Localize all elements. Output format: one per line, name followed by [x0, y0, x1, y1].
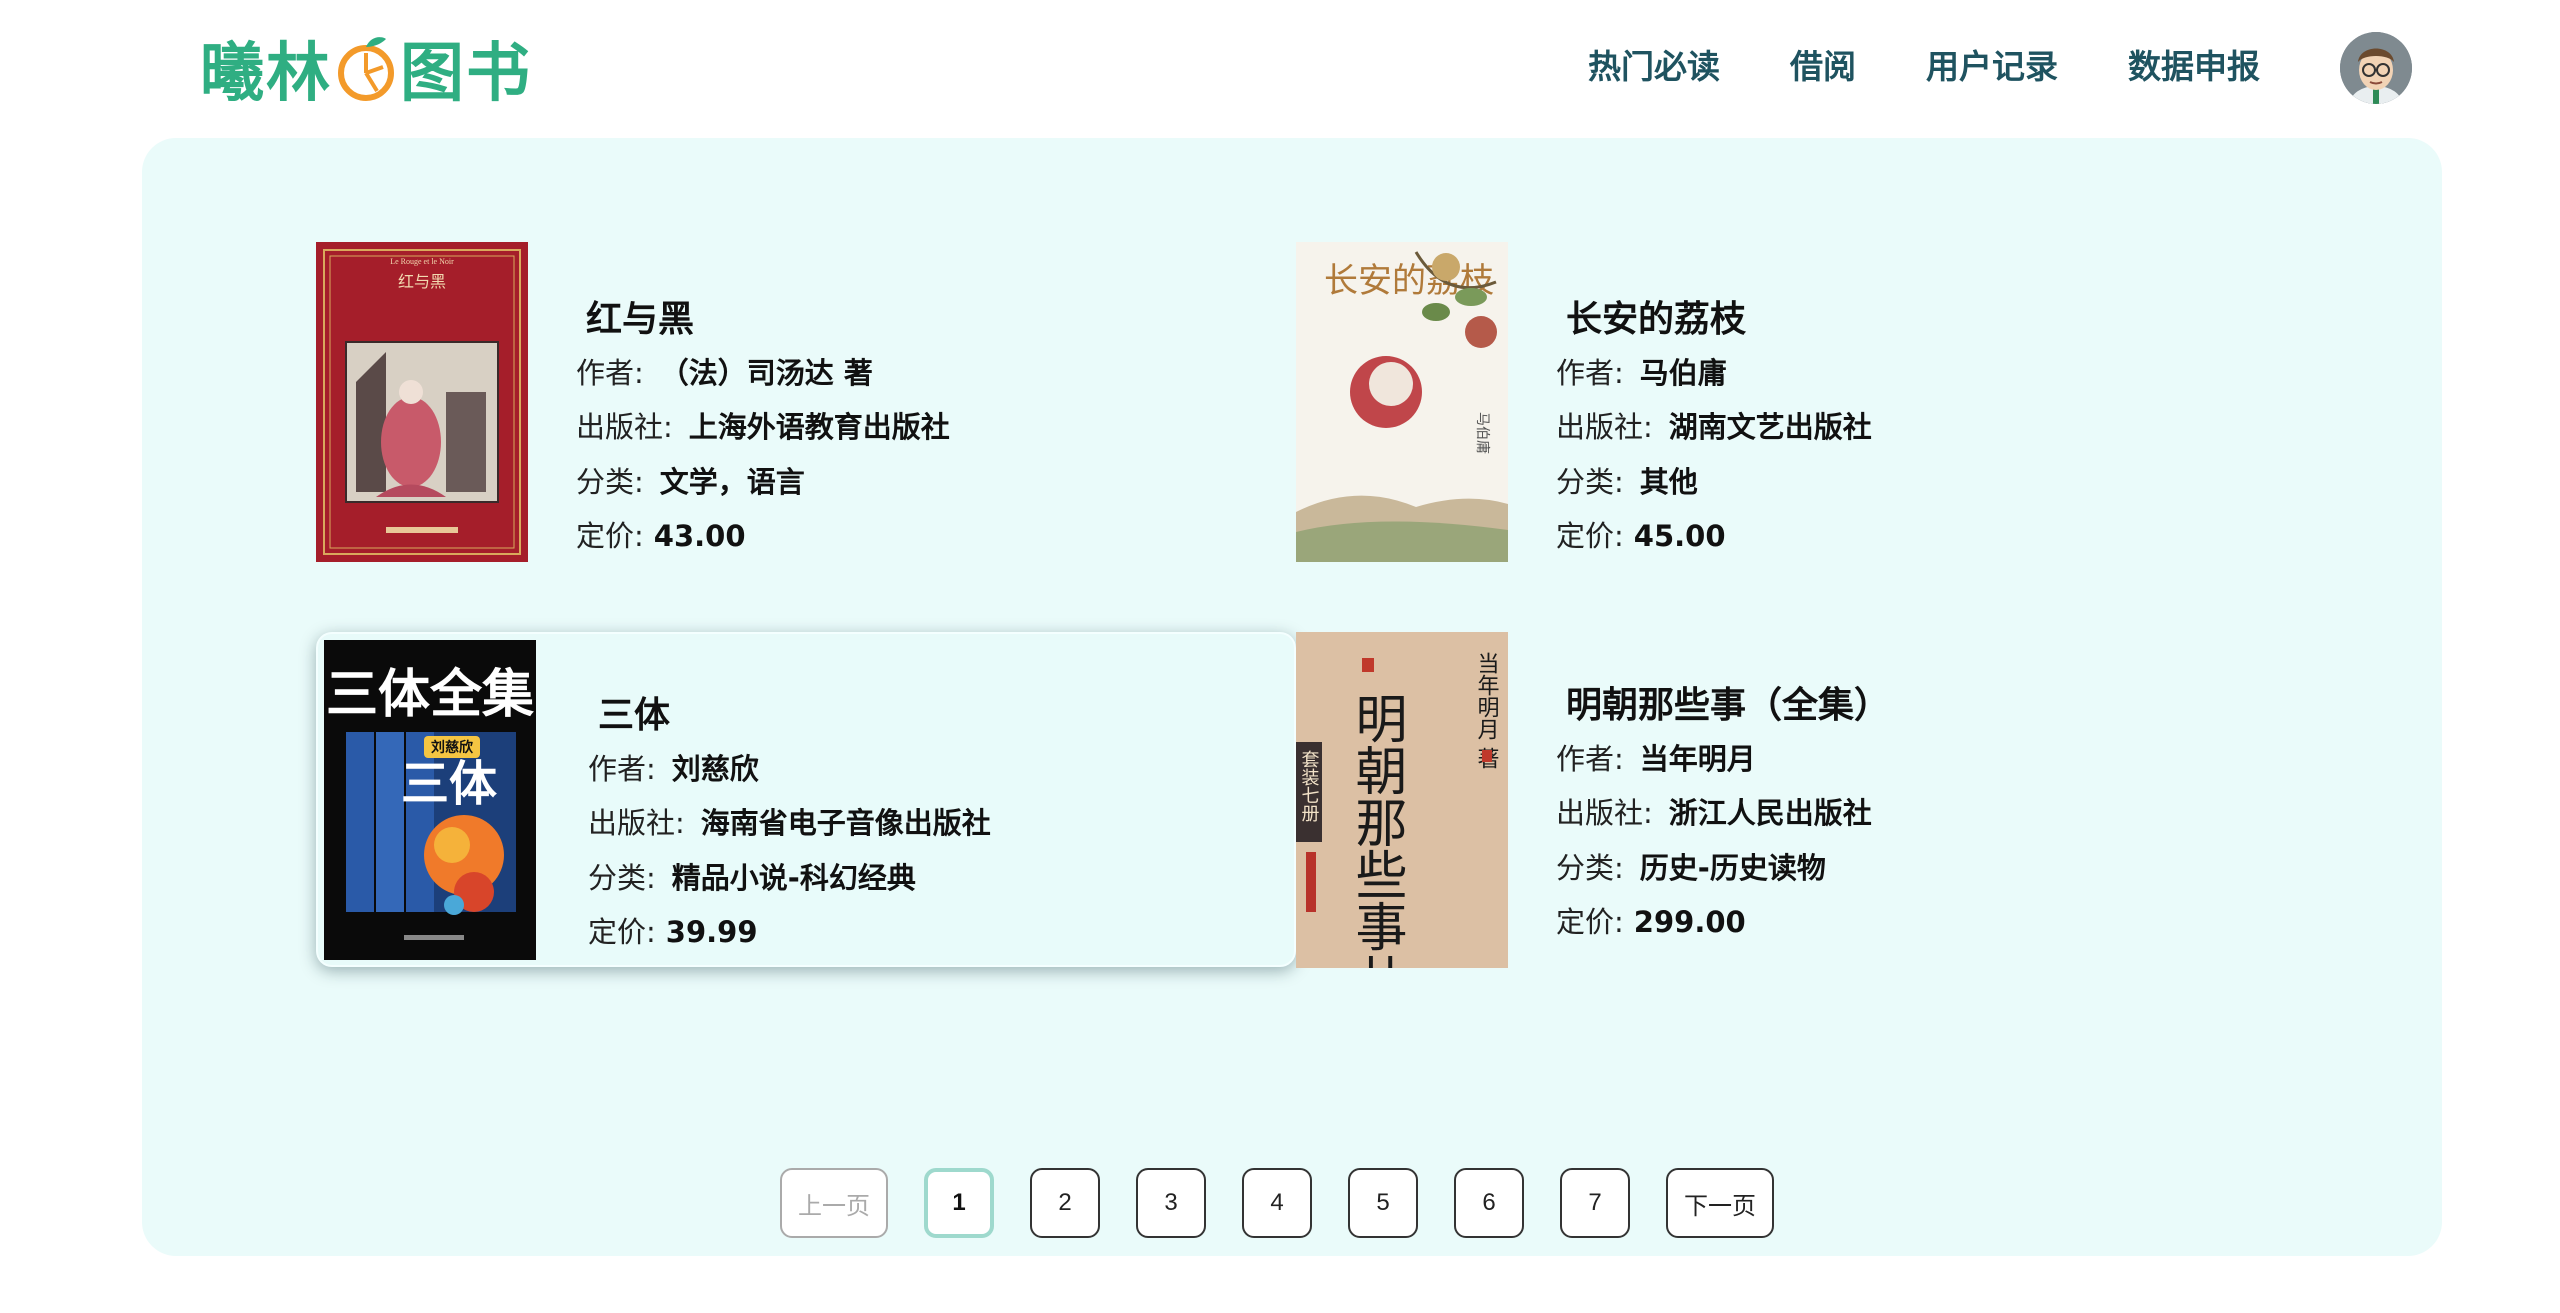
logo[interactable]: 曦林 图书	[200, 18, 532, 118]
header: 曦林 图书 热门必读 借阅 用户记录 数据申报	[0, 0, 2560, 138]
book-cover-santi[interactable]: 三体全集 刘慈欣 三体	[324, 640, 536, 960]
logo-text-left: 曦林	[200, 37, 332, 111]
svg-text:Le Rouge et le Noir: Le Rouge et le Noir	[390, 257, 454, 266]
book-category: 历史-历史读物	[1639, 851, 1826, 885]
page-button-4[interactable]: 4	[1242, 1168, 1312, 1238]
user-avatar-icon	[2340, 32, 2412, 104]
book-author-row: 作者: （法）司汤达 著	[576, 356, 873, 390]
book-author: 马伯庸	[1639, 356, 1727, 390]
book-cover-mingchao[interactable]: 明朝那些事儿 当年明月 著 套装七册	[1296, 632, 1508, 968]
book-title[interactable]: 长安的荔枝	[1566, 290, 1746, 342]
page-button-6[interactable]: 6	[1454, 1168, 1524, 1238]
book-category-row: 分类: 精品小说-科幻经典	[588, 861, 916, 895]
book-price: 299.00	[1633, 905, 1746, 939]
next-page-button[interactable]: 下一页	[1666, 1168, 1774, 1238]
logo-text-right: 图书	[400, 37, 532, 111]
book-price: 39.99	[665, 915, 758, 949]
nav-data-report[interactable]: 数据申报	[2128, 40, 2260, 88]
book-price-row: 定价: 43.00	[576, 519, 746, 553]
avatar[interactable]	[2340, 32, 2412, 104]
book-publisher-row: 出版社: 浙江人民出版社	[1556, 796, 1872, 830]
book-category-row: 分类: 文学，语言	[576, 465, 805, 499]
book-publisher-row: 出版社: 湖南文艺出版社	[1556, 410, 1872, 444]
svg-text:套装七册: 套装七册	[1299, 750, 1320, 822]
book-card[interactable]: 明朝那些事儿 当年明月 著 套装七册 明朝那些事（全集） 作者: 当年明月 出版社…	[1296, 632, 2276, 968]
book-category: 精品小说-科幻经典	[671, 861, 916, 895]
book-price: 43.00	[653, 519, 746, 553]
pagination: 上一页 1 2 3 4 5 6 7 下一页	[780, 1168, 1810, 1238]
book-title[interactable]: 红与黑	[586, 290, 694, 342]
prev-page-button[interactable]: 上一页	[780, 1168, 888, 1238]
book-author: 当年明月	[1639, 742, 1756, 776]
page-button-7[interactable]: 7	[1560, 1168, 1630, 1238]
book-list-panel: Le Rouge et le Noir 红与黑 红与黑 作者: （法）司汤达 著 …	[142, 138, 2442, 1256]
nav-borrow[interactable]: 借阅	[1790, 40, 1856, 88]
svg-text:刘慈欣: 刘慈欣	[431, 739, 474, 756]
book-publisher: 海南省电子音像出版社	[700, 806, 991, 840]
nav-user-records[interactable]: 用户记录	[1926, 40, 2058, 88]
svg-text:马伯庸: 马伯庸	[1474, 412, 1491, 454]
book-cover-hongyuhei[interactable]: Le Rouge et le Noir 红与黑	[316, 242, 528, 562]
book-author: （法）司汤达 著	[659, 356, 873, 390]
book-title[interactable]: 三体	[598, 686, 670, 738]
book-publisher-row: 出版社: 海南省电子音像出版社	[588, 806, 991, 840]
book-author-row: 作者: 马伯庸	[1556, 356, 1727, 390]
book-author-row: 作者: 刘慈欣	[588, 752, 759, 786]
book-cover-changan[interactable]: 长安的荔枝 马伯庸	[1296, 242, 1508, 562]
book-price: 45.00	[1633, 519, 1726, 553]
book-publisher: 浙江人民出版社	[1668, 796, 1872, 830]
book-card[interactable]: 长安的荔枝 马伯庸 长安的荔枝 作者: 马伯庸 出版社: 湖南文艺出版社 分类: 其他…	[1296, 242, 2276, 577]
book-category-row: 分类: 历史-历史读物	[1556, 851, 1826, 885]
svg-text:红与黑: 红与黑	[398, 272, 446, 291]
nav-hot-reads[interactable]: 热门必读	[1588, 40, 1720, 88]
svg-text:三体: 三体	[401, 756, 497, 812]
book-card[interactable]: Le Rouge et le Noir 红与黑 红与黑 作者: （法）司汤达 著 …	[316, 242, 1296, 577]
book-author: 刘慈欣	[671, 752, 759, 786]
book-price-row: 定价: 45.00	[1556, 519, 1726, 553]
page-button-1[interactable]: 1	[924, 1168, 994, 1238]
book-card-active[interactable]: 三体全集 刘慈欣 三体 三体 作者: 刘慈欣 出版社: 海南省电子音像出版社 分类:…	[316, 632, 1296, 967]
book-price-row: 定价: 299.00	[1556, 905, 1746, 939]
book-author-row: 作者: 当年明月	[1556, 742, 1756, 776]
book-price-row: 定价: 39.99	[588, 915, 758, 949]
page-button-5[interactable]: 5	[1348, 1168, 1418, 1238]
svg-text:三体全集: 三体全集	[326, 665, 534, 725]
book-category: 文学，语言	[659, 465, 805, 499]
svg-text:明朝那些事儿: 明朝那些事儿	[1346, 692, 1406, 968]
page-button-2[interactable]: 2	[1030, 1168, 1100, 1238]
book-publisher-row: 出版社: 上海外语教育出版社	[576, 410, 950, 444]
main-nav: 热门必读 借阅 用户记录 数据申报	[1588, 40, 2260, 88]
orange-logo-icon	[338, 37, 394, 101]
book-category: 其他	[1639, 465, 1698, 499]
book-publisher: 上海外语教育出版社	[688, 410, 950, 444]
page-button-3[interactable]: 3	[1136, 1168, 1206, 1238]
book-category-row: 分类: 其他	[1556, 465, 1698, 499]
book-publisher: 湖南文艺出版社	[1668, 410, 1872, 444]
book-title[interactable]: 明朝那些事（全集）	[1566, 676, 1890, 728]
